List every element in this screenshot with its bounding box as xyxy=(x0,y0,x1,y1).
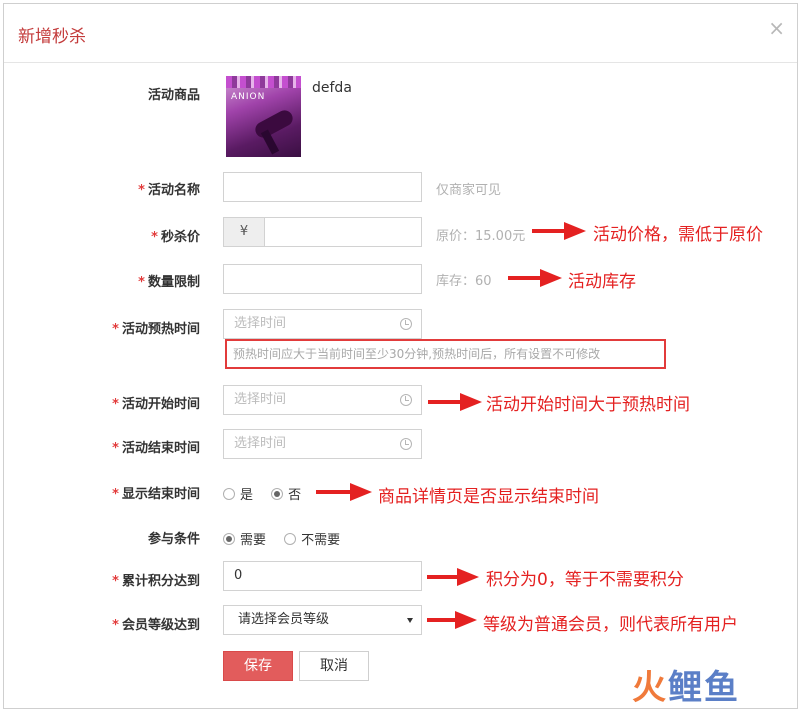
preheat-time-label: * 活动预热时间 xyxy=(112,322,200,337)
start-annotation: 活动开始时间大于预热时间 xyxy=(486,395,690,415)
show-end-yes-option[interactable]: 是 xyxy=(223,488,253,503)
member-level-select[interactable]: 请选择会员等级 xyxy=(223,605,422,635)
preheat-warning: 预热时间应大于当前时间至少30分钟,预热时间后，所有设置不可修改 xyxy=(225,339,666,369)
start-time-label: * 活动开始时间 xyxy=(112,397,200,412)
watermark-logo: 火鲤鱼 xyxy=(632,668,740,708)
radio-icon[interactable] xyxy=(284,533,297,545)
points-annotation: 积分为0，等于不需要积分 xyxy=(486,570,684,590)
activity-name-label: * 活动名称 xyxy=(138,183,200,198)
seckill-price-input[interactable]: ¥ xyxy=(223,217,422,247)
cancel-button[interactable]: 取消 xyxy=(299,651,369,681)
condition-need-option[interactable]: 需要 xyxy=(223,533,266,548)
level-annotation: 等级为普通会员，则代表所有用户 xyxy=(483,615,738,635)
chevron-down-icon xyxy=(407,618,413,623)
condition-label: 参与条件 xyxy=(147,532,200,547)
seckill-price-label: * 秒杀价 xyxy=(151,230,200,245)
show-end-arrow xyxy=(316,483,372,501)
product-name: defda xyxy=(312,80,352,96)
product-image-brand: ANION xyxy=(231,92,266,102)
points-label: * 累计积分达到 xyxy=(112,574,200,589)
clock-icon xyxy=(400,438,412,450)
show-end-no-option[interactable]: 否 xyxy=(271,488,301,503)
end-time-label: * 活动结束时间 xyxy=(112,441,200,456)
radio-selected-icon[interactable] xyxy=(223,533,235,545)
currency-prefix: ¥ xyxy=(224,218,265,246)
clock-icon xyxy=(400,318,412,330)
radio-icon[interactable] xyxy=(223,488,235,500)
price-arrow xyxy=(532,222,586,240)
modal-title: 新增秒杀 xyxy=(18,27,86,47)
points-arrow xyxy=(427,568,479,586)
original-price-hint: 原价：15.00元 xyxy=(436,229,526,244)
activity-name-input[interactable] xyxy=(223,172,422,202)
condition-radio-group: 需要 不需要 xyxy=(223,529,354,548)
end-time-input[interactable]: 选择时间 xyxy=(223,429,422,459)
member-level-label: * 会员等级达到 xyxy=(112,618,200,633)
modal-header: 新增秒杀 × xyxy=(4,4,797,63)
quantity-limit-label: * 数量限制 xyxy=(138,275,200,290)
stock-hint: 库存：60 xyxy=(436,274,492,289)
show-end-annotation: 商品详情页是否显示结束时间 xyxy=(378,487,599,507)
activity-name-hint: 仅商家可见 xyxy=(436,183,502,198)
product-image: ANION xyxy=(226,76,301,157)
close-icon[interactable]: × xyxy=(768,18,785,38)
save-button[interactable]: 保存 xyxy=(223,651,293,681)
show-end-time-label: * 显示结束时间 xyxy=(112,487,200,502)
points-input[interactable]: 0 xyxy=(223,561,422,591)
clock-icon xyxy=(400,394,412,406)
level-arrow xyxy=(427,611,477,629)
preheat-time-input[interactable]: 选择时间 xyxy=(223,309,422,339)
product-label: 活动商品 xyxy=(147,88,200,103)
radio-selected-icon[interactable] xyxy=(271,488,284,500)
price-annotation: 活动价格，需低于原价 xyxy=(593,225,763,245)
start-time-input[interactable]: 选择时间 xyxy=(223,385,422,415)
stock-arrow xyxy=(508,269,562,287)
start-arrow xyxy=(428,393,482,411)
show-end-time-radio-group: 是 否 xyxy=(223,484,315,503)
quantity-limit-input[interactable] xyxy=(223,264,422,294)
condition-no-need-option[interactable]: 不需要 xyxy=(284,533,340,548)
stock-annotation: 活动库存 xyxy=(568,272,636,292)
